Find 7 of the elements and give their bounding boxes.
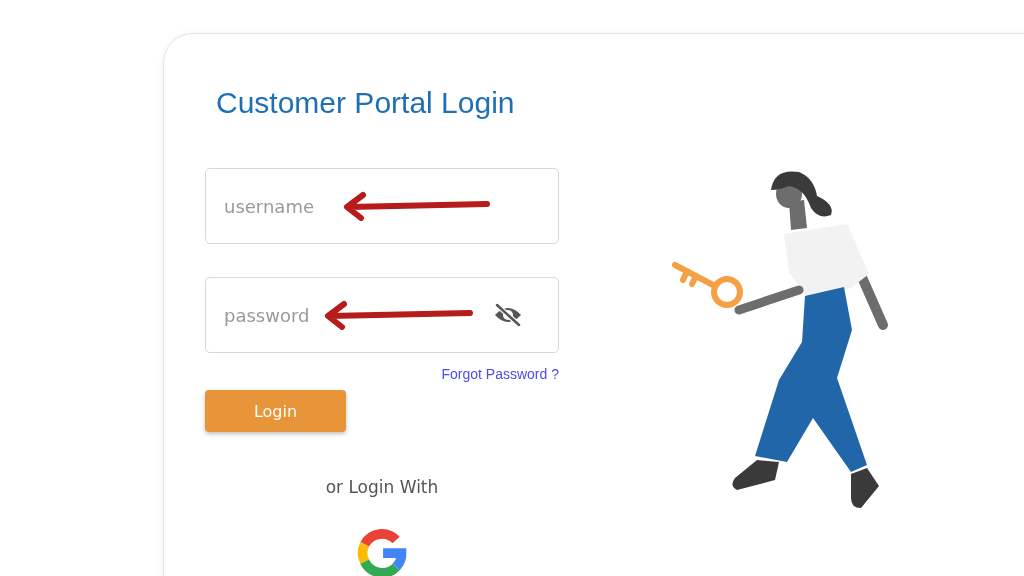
username-field[interactable]: username xyxy=(205,168,559,244)
google-icon[interactable] xyxy=(356,527,408,576)
password-field[interactable]: password xyxy=(205,277,559,353)
alt-login-label: or Login With xyxy=(325,477,439,497)
eye-slash-icon[interactable] xyxy=(493,303,523,327)
forgot-password-link[interactable]: Forgot Password ? xyxy=(441,366,559,382)
page-title: Customer Portal Login xyxy=(216,85,516,121)
